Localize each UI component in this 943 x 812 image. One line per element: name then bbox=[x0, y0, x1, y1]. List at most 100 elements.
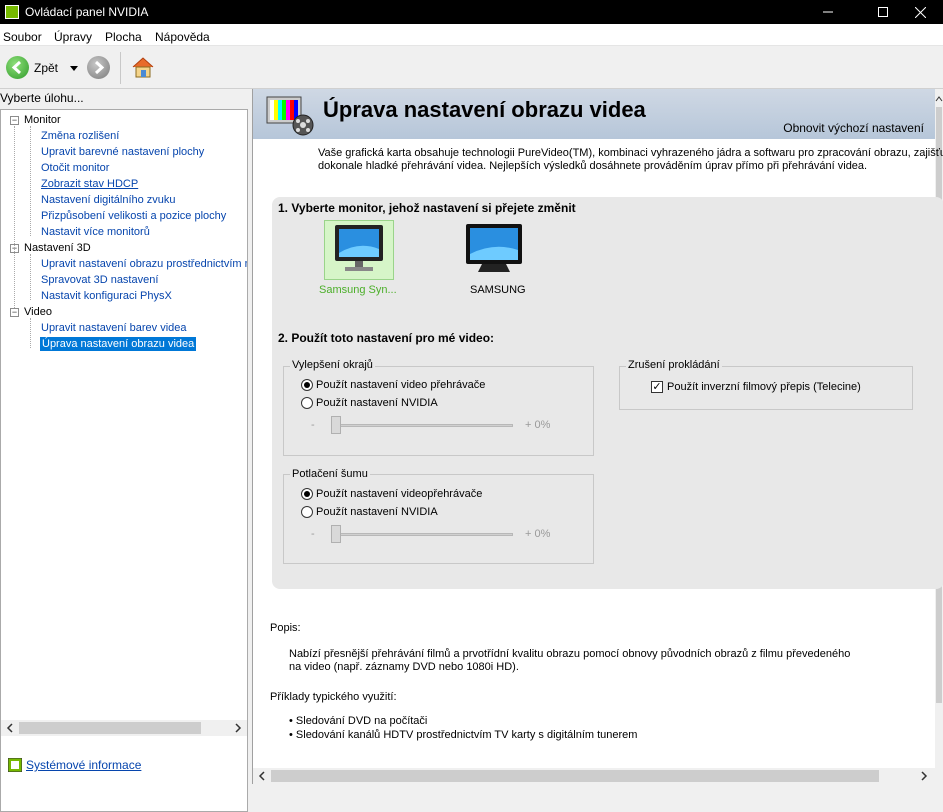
section-select-monitor-title: 1. Vyberte monitor, jehož nastavení si p… bbox=[278, 201, 576, 215]
monitor-label-samsung[interactable]: SAMSUNG bbox=[470, 284, 526, 296]
monitor-label-samsung-sync[interactable]: Samsung Syn... bbox=[319, 284, 397, 296]
restore-defaults-link[interactable]: Obnovit výchozí nastavení bbox=[783, 121, 924, 135]
noise-option-player[interactable]: Použít nastavení videopřehrávače bbox=[301, 488, 482, 500]
scroll-right-icon[interactable] bbox=[919, 771, 929, 781]
task-tree[interactable]: − Monitor Změna rozlišení Upravit barevn… bbox=[0, 109, 248, 812]
minimize-button[interactable] bbox=[805, 0, 851, 24]
close-icon bbox=[914, 6, 926, 18]
tree-line bbox=[30, 126, 31, 236]
close-button[interactable] bbox=[897, 0, 943, 24]
radio-button[interactable] bbox=[301, 397, 313, 409]
tree-item-video-image-selected[interactable]: Úprava nastavení obrazu videa bbox=[40, 337, 197, 351]
edge-option-nvidia-label[interactable]: Použít nastavení NVIDIA bbox=[316, 397, 438, 409]
example-item: • Sledování DVD na počítači bbox=[289, 715, 428, 727]
menu-file[interactable]: Soubor bbox=[3, 30, 42, 44]
tree-item-digital-audio[interactable]: Nastavení digitálního zvuku bbox=[41, 194, 176, 206]
noise-option-nvidia-label[interactable]: Použít nastavení NVIDIA bbox=[316, 506, 438, 518]
task-panel-header: Vyberte úlohu... bbox=[0, 91, 84, 105]
scroll-left-icon[interactable] bbox=[257, 771, 267, 781]
examples-label: Příklady typického využití: bbox=[270, 691, 397, 703]
tree-category-3d[interactable]: Nastavení 3D bbox=[24, 242, 91, 254]
tree-item-desktop-size[interactable]: Přizpůsobení velikosti a pozice plochy bbox=[41, 210, 226, 222]
task-panel: Vyberte úlohu... − Monitor Změna rozliše… bbox=[0, 89, 250, 812]
scroll-up-icon[interactable] bbox=[935, 95, 943, 103]
edge-slider-thumb[interactable] bbox=[331, 416, 341, 434]
monitor-tile-samsung[interactable] bbox=[460, 220, 530, 280]
noise-reduction-legend: Potlačení šumu bbox=[290, 468, 370, 480]
edge-enhancement-legend: Vylepšení okrajů bbox=[290, 359, 375, 371]
chevron-down-icon bbox=[70, 66, 78, 71]
tree-item-manage-3d[interactable]: Spravovat 3D nastavení bbox=[41, 274, 158, 286]
toolbar-separator bbox=[120, 52, 121, 84]
back-history-dropdown[interactable] bbox=[70, 63, 78, 75]
minimize-icon bbox=[823, 11, 833, 13]
monitor-tile-samsung-sync[interactable] bbox=[324, 220, 394, 280]
arrow-left-icon bbox=[11, 60, 22, 75]
description-label: Popis: bbox=[270, 622, 301, 634]
radio-button[interactable] bbox=[301, 379, 313, 391]
system-info-link[interactable]: Systémové informace bbox=[26, 758, 141, 772]
arrow-right-icon bbox=[94, 60, 105, 75]
tree-item-multiple-displays[interactable]: Nastavit více monitorů bbox=[41, 226, 150, 238]
content-horizontal-scrollbar[interactable] bbox=[253, 768, 936, 784]
forward-button[interactable] bbox=[87, 56, 110, 79]
edge-slider-min: - bbox=[311, 419, 315, 431]
telecine-checkbox-label[interactable]: Použít inverzní filmový přepis (Telecine… bbox=[667, 381, 861, 393]
menu-help[interactable]: Nápověda bbox=[155, 30, 210, 44]
deinterlace-legend: Zrušení prokládání bbox=[626, 359, 722, 371]
monitor-icon bbox=[466, 224, 522, 272]
tree-line bbox=[14, 126, 15, 308]
edge-option-player-label[interactable]: Použít nastavení video přehrávače bbox=[316, 379, 485, 391]
back-button[interactable] bbox=[6, 56, 29, 79]
edge-option-player[interactable]: Použít nastavení video přehrávače bbox=[301, 379, 485, 391]
tree-horizontal-scrollbar[interactable] bbox=[1, 720, 247, 736]
edge-slider-value: + 0% bbox=[525, 419, 551, 431]
noise-option-player-label[interactable]: Použít nastavení videopřehrávače bbox=[316, 488, 482, 500]
telecine-checkbox-row[interactable]: ✓ Použít inverzní filmový přepis (Teleci… bbox=[651, 381, 861, 393]
title-bar: Ovládací panel NVIDIA bbox=[0, 0, 943, 24]
tree-line bbox=[30, 254, 31, 300]
home-button[interactable] bbox=[131, 55, 155, 82]
scrollbar-thumb[interactable] bbox=[19, 722, 201, 734]
nvidia-app-icon bbox=[5, 5, 19, 19]
tree-category-video[interactable]: Video bbox=[24, 306, 52, 318]
noise-slider-min: - bbox=[311, 528, 315, 540]
menu-desktop[interactable]: Plocha bbox=[105, 30, 142, 44]
scroll-left-icon[interactable] bbox=[5, 723, 15, 733]
menu-edit[interactable]: Úpravy bbox=[54, 30, 92, 44]
description-line-1: Nabízí přesnější přehrávání filmů a prvo… bbox=[289, 648, 851, 660]
system-info-icon[interactable] bbox=[7, 757, 23, 775]
collapse-monitor-icon[interactable]: − bbox=[10, 116, 19, 125]
telecine-checkbox[interactable]: ✓ bbox=[651, 381, 663, 393]
radio-button[interactable] bbox=[301, 506, 313, 518]
video-settings-icon bbox=[266, 96, 314, 136]
noise-slider-thumb[interactable] bbox=[331, 525, 341, 543]
maximize-icon bbox=[878, 7, 888, 17]
edge-option-nvidia[interactable]: Použít nastavení NVIDIA bbox=[301, 397, 438, 409]
tree-item-desktop-color[interactable]: Upravit barevné nastavení plochy bbox=[41, 146, 204, 158]
edge-slider-track[interactable] bbox=[333, 424, 513, 427]
scrollbar-thumb[interactable] bbox=[271, 770, 879, 782]
tree-category-monitor[interactable]: Monitor bbox=[24, 114, 61, 126]
intro-line-2: dokonale hladké přehrávání videa. Nejlep… bbox=[318, 160, 868, 172]
toolbar: Zpět bbox=[0, 47, 943, 89]
tree-item-rotate-monitor[interactable]: Otočit monitor bbox=[41, 162, 109, 174]
back-label[interactable]: Zpět bbox=[34, 61, 58, 75]
monitor-icon bbox=[335, 225, 383, 271]
page-title: Úprava nastavení obrazu videa bbox=[323, 97, 646, 122]
tree-item-3d-image-settings[interactable]: Upravit nastavení obrazu prostřednictvím… bbox=[41, 258, 247, 270]
tree-item-hdcp-status[interactable]: Zobrazit stav HDCP bbox=[41, 178, 138, 190]
noise-slider-track[interactable] bbox=[333, 533, 513, 536]
intro-line-1: Vaše grafická karta obsahuje technologii… bbox=[318, 147, 943, 159]
scroll-right-icon[interactable] bbox=[233, 723, 243, 733]
tree-item-physx[interactable]: Nastavit konfiguraci PhysX bbox=[41, 290, 172, 302]
noise-slider-value: + 0% bbox=[525, 528, 551, 540]
example-item: • Sledování kanálů HDTV prostřednictvím … bbox=[289, 729, 638, 741]
window-title: Ovládací panel NVIDIA bbox=[25, 5, 149, 19]
tree-item-video-color[interactable]: Upravit nastavení barev videa bbox=[41, 322, 187, 334]
collapse-video-icon[interactable]: − bbox=[10, 308, 19, 317]
noise-option-nvidia[interactable]: Použít nastavení NVIDIA bbox=[301, 506, 438, 518]
home-icon bbox=[132, 57, 154, 78]
tree-item-change-resolution[interactable]: Změna rozlišení bbox=[41, 130, 119, 142]
radio-button[interactable] bbox=[301, 488, 313, 500]
